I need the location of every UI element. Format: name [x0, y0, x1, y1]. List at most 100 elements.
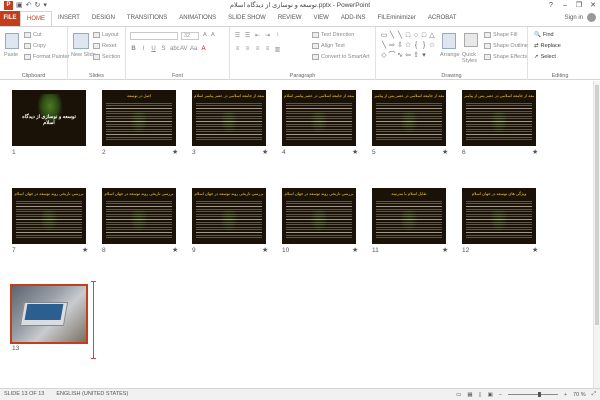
- line-shape-icon[interactable]: ╲: [396, 31, 404, 41]
- new-slide-icon[interactable]: [73, 33, 89, 49]
- language-status[interactable]: ENGLISH (UNITED STATES): [56, 391, 128, 397]
- slide-thumbnail-2[interactable]: اصل در توسعه: [102, 90, 176, 146]
- slide-thumbnail-9[interactable]: بررسی تاریخی روند توسعه در جهان اسلام: [192, 188, 266, 244]
- tab-insert[interactable]: INSERT: [52, 11, 86, 26]
- grow-font-button[interactable]: A: [203, 32, 207, 38]
- rectangle-shape-icon[interactable]: ▭: [380, 31, 388, 41]
- tab-fileminimizer[interactable]: FILEminimizer: [372, 11, 422, 26]
- tab-view[interactable]: VIEW: [308, 11, 335, 26]
- arrow-shape-icon[interactable]: ⇨: [388, 41, 396, 51]
- slide-thumbnail-13[interactable]: [10, 284, 88, 344]
- tab-animations[interactable]: ANIMATIONS: [173, 11, 222, 26]
- sign-in-link[interactable]: Sign in: [565, 15, 583, 21]
- tab-design[interactable]: DESIGN: [86, 11, 121, 26]
- brace-shape-icon[interactable]: }: [420, 41, 428, 51]
- zoom-in-button[interactable]: +: [564, 392, 567, 398]
- slide-thumbnail-11[interactable]: تقابل اسلام با مدرنیته: [372, 188, 446, 244]
- copy-button[interactable]: Copy: [24, 43, 46, 49]
- slide-thumbnail-12[interactable]: ویژگی های توسعه در جهان اسلام: [462, 188, 536, 244]
- zoom-slider-handle[interactable]: [537, 392, 541, 397]
- line-spacing-icon[interactable]: ↕: [274, 32, 281, 39]
- align-text-button[interactable]: Align Text: [312, 43, 345, 49]
- oval-shape-icon[interactable]: ○: [412, 31, 420, 41]
- line-shape-icon[interactable]: ╲: [388, 31, 396, 41]
- curve-shape-icon[interactable]: ∿: [396, 51, 404, 61]
- tab-transitions[interactable]: TRANSITIONS: [121, 11, 173, 26]
- arrange-icon[interactable]: [442, 33, 456, 49]
- vertical-scrollbar[interactable]: [593, 81, 600, 388]
- arc-shape-icon[interactable]: ⌒: [388, 51, 396, 61]
- transition-star-icon[interactable]: ★: [352, 148, 358, 156]
- convert-smartart-button[interactable]: Convert to SmartArt: [312, 54, 370, 60]
- shadow-button[interactable]: S: [160, 46, 167, 52]
- underline-button[interactable]: U: [150, 46, 157, 52]
- text-direction-button[interactable]: Text Direction: [312, 32, 354, 38]
- minimize-button[interactable]: –: [558, 0, 572, 11]
- line-shape-icon[interactable]: ╲: [380, 41, 388, 51]
- transition-star-icon[interactable]: ★: [532, 246, 538, 254]
- transition-star-icon[interactable]: ★: [442, 148, 448, 156]
- brace-shape-icon[interactable]: {: [412, 41, 420, 51]
- bullets-icon[interactable]: ☰: [234, 32, 241, 39]
- arrange-button[interactable]: Arrange: [440, 52, 460, 58]
- transition-star-icon[interactable]: ★: [172, 246, 178, 254]
- transition-star-icon[interactable]: ★: [262, 246, 268, 254]
- normal-view-icon[interactable]: ▭: [456, 392, 461, 398]
- slide-thumbnail-6[interactable]: توسعه از جامعه اسلامی در عصر پس از پیامب…: [462, 90, 536, 146]
- tab-file[interactable]: FILE: [0, 11, 20, 26]
- char-spacing-button[interactable]: AV: [180, 46, 188, 52]
- justify-icon[interactable]: ≡: [264, 46, 271, 53]
- slide-thumbnail-8[interactable]: بررسی تاریخی روند توسعه در جهان اسلام: [102, 188, 176, 244]
- select-button[interactable]: ➚ Select: [534, 54, 556, 60]
- arrow-shape-icon[interactable]: ⇧: [412, 51, 420, 61]
- transition-star-icon[interactable]: ★: [352, 246, 358, 254]
- numbering-icon[interactable]: ☰: [244, 32, 251, 39]
- zoom-out-button[interactable]: –: [499, 392, 502, 398]
- font-name-input[interactable]: [130, 32, 178, 40]
- transition-star-icon[interactable]: ★: [262, 148, 268, 156]
- slide-thumbnail-1[interactable]: توسعه و نوسازی از دیدگاه اسلام: [12, 90, 86, 146]
- layout-button[interactable]: Layout: [93, 32, 119, 38]
- decrease-indent-icon[interactable]: ⇤: [254, 32, 261, 39]
- shape-effects-button[interactable]: Shape Effects: [484, 54, 527, 60]
- replace-button[interactable]: ⇄ Replace: [534, 43, 561, 49]
- strikethrough-button[interactable]: abc: [170, 46, 180, 52]
- bold-button[interactable]: B: [130, 46, 137, 52]
- arrow-shape-icon[interactable]: ⇩: [396, 41, 404, 51]
- star-shape-icon[interactable]: ☆: [428, 41, 436, 51]
- restore-button[interactable]: ❐: [572, 0, 586, 11]
- shape-fill-button[interactable]: Shape Fill: [484, 32, 517, 38]
- tab-home[interactable]: HOME: [20, 11, 52, 26]
- change-case-button[interactable]: Aa: [190, 46, 197, 52]
- shrink-font-button[interactable]: A: [211, 32, 215, 38]
- font-color-button[interactable]: A: [200, 46, 207, 52]
- rectangle-shape-icon[interactable]: □: [404, 31, 412, 41]
- star-shape-icon[interactable]: ☆: [404, 41, 412, 51]
- font-size-input[interactable]: 32: [181, 32, 199, 40]
- tab-review[interactable]: REVIEW: [272, 11, 308, 26]
- slide-thumbnail-5[interactable]: توسعه از جامعه اسلامی در عصر پس از پیامب…: [372, 90, 446, 146]
- slideshow-view-icon[interactable]: ▣: [488, 392, 493, 398]
- rectangle-shape-icon[interactable]: □: [420, 31, 428, 41]
- triangle-shape-icon[interactable]: △: [428, 31, 436, 41]
- align-center-icon[interactable]: ≡: [244, 46, 251, 53]
- zoom-level[interactable]: 70 %: [573, 392, 586, 398]
- cut-button[interactable]: Cut: [24, 32, 42, 38]
- fit-slide-icon[interactable]: ⤢: [592, 391, 596, 398]
- section-button[interactable]: Section: [93, 54, 120, 60]
- increase-indent-icon[interactable]: ⇥: [264, 32, 271, 39]
- format-painter-button[interactable]: Format Painter: [24, 54, 69, 60]
- paste-icon[interactable]: [5, 33, 19, 49]
- quick-styles-button[interactable]: Quick Styles: [462, 52, 484, 64]
- close-button[interactable]: ✕: [586, 0, 600, 11]
- shape-outline-button[interactable]: Shape Outline: [484, 43, 528, 49]
- tab-acrobat[interactable]: ACROBAT: [422, 11, 463, 26]
- zoom-slider[interactable]: [507, 392, 558, 397]
- transition-star-icon[interactable]: ★: [82, 246, 88, 254]
- tab-slide-show[interactable]: SLIDE SHOW: [222, 11, 272, 26]
- reset-button[interactable]: Reset: [93, 43, 116, 49]
- quick-styles-icon[interactable]: [464, 33, 478, 47]
- shapes-gallery[interactable]: ▭ ╲ ╲ □ ○ □ △ ╲ ⇨ ⇩ ☆{} ☆ ◇ ⌒ ∿ ⇦ ⇧ ▾: [380, 31, 436, 65]
- avatar[interactable]: [587, 13, 596, 22]
- align-left-icon[interactable]: ≡: [234, 46, 241, 53]
